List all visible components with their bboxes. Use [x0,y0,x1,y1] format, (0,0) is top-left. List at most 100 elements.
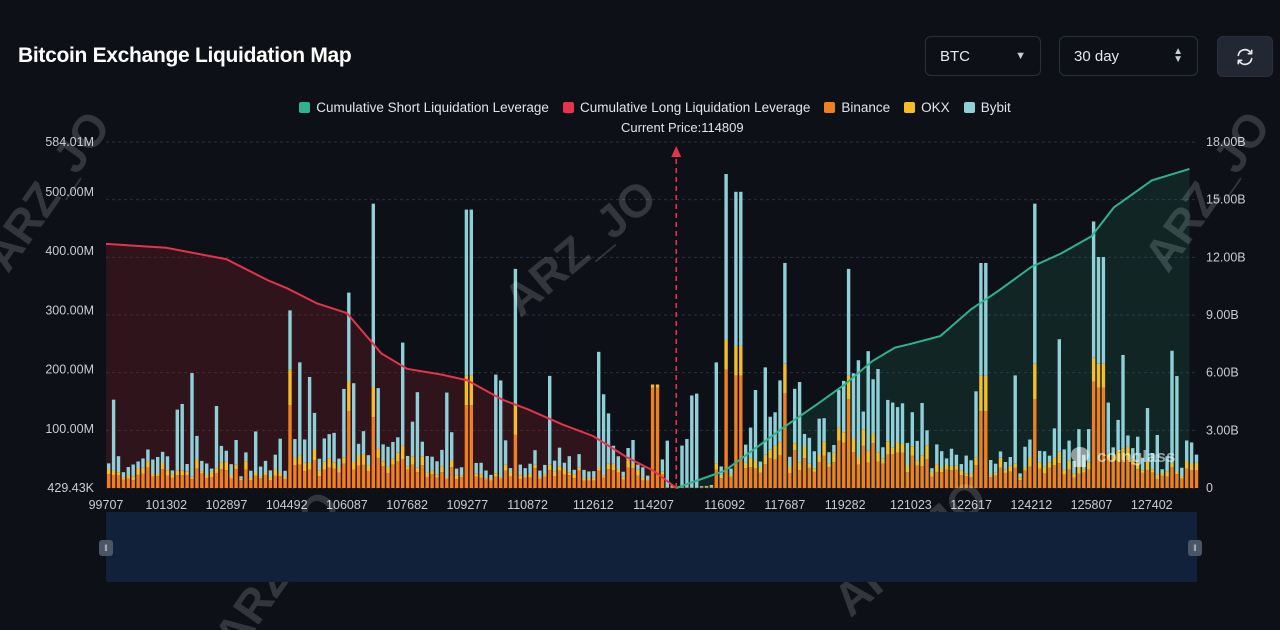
binance-bar [886,454,890,488]
bybit-bar [528,463,532,474]
y-left-tick-label: 429.43K [47,481,94,495]
binance-bar [141,473,145,488]
binance-bar [979,411,983,488]
okx-bar [459,475,464,478]
bybit-bar [895,407,900,443]
okx-bar [783,363,787,394]
okx-bar [719,474,723,479]
bybit-bar [734,191,738,346]
okx-bar [219,462,224,470]
okx-bar [249,477,253,481]
bybit-bar [170,470,175,475]
bybit-bar [533,450,537,465]
okx-bar [881,458,885,464]
bybit-bar [680,445,684,487]
coinglass-brand-text: coinglass [1097,447,1176,466]
bybit-bar [690,395,694,488]
y-left-tick-label: 400.00M [45,244,94,258]
bybit-bar [871,379,875,434]
bybit-bar [1052,428,1057,458]
bybit-bar [1008,457,1012,466]
binance-bar [489,480,493,488]
y-right-tick-label: 3.00B [1206,423,1239,437]
bybit-bar [930,468,934,472]
bybit-bar [915,440,919,461]
binance-bar [175,475,179,488]
bybit-bar [435,461,439,475]
bybit-bar [646,475,650,480]
zoom-slider-track[interactable] [106,512,1197,582]
binance-bar [190,479,194,488]
binance-bar [327,467,331,488]
okx-bar [386,466,390,474]
binance-bar [356,465,361,488]
binance-bar [631,468,635,488]
binance-bar [214,473,219,488]
bybit-bar [724,174,728,341]
bybit-bar [557,447,562,467]
binance-bar [1180,478,1184,488]
okx-bar [283,476,287,479]
zoom-handle-right[interactable]: ‖ [1188,540,1202,556]
bybit-bar [298,362,302,456]
x-tick-label: 117687 [765,498,806,512]
okx-bar [567,472,571,476]
x-tick-label: 112612 [573,498,614,512]
okx-bar [543,474,547,477]
okx-bar [425,472,429,477]
okx-bar [714,463,718,470]
bybit-bar [160,451,165,464]
bybit-bar [984,262,988,376]
okx-bar [175,470,179,476]
bybit-bar [861,411,865,430]
bybit-bar [925,430,929,446]
bybit-bar [366,455,371,466]
binance-bar [739,375,743,488]
bybit-bar [891,402,895,448]
okx-bar [807,463,812,468]
binance-bar [513,434,518,488]
okx-bar [1003,469,1008,473]
binance-bar [773,459,777,488]
okx-bar [484,478,488,480]
bybit-bar [273,454,277,470]
binance-bar [817,462,821,488]
okx-bar [895,442,900,453]
bybit-bar [1096,257,1101,364]
bybit-bar [107,463,111,470]
binance-bar [744,468,748,488]
bybit-bar [249,470,253,478]
okx-bar [538,477,542,479]
okx-bar [381,461,385,467]
y-left-tick-label: 200.00M [45,363,94,377]
binance-bar [1077,473,1081,488]
okx-bar [445,476,449,479]
bybit-bar [538,470,542,478]
binance-bar [1028,466,1032,488]
binance-bar [1013,467,1017,488]
binance-bar [611,470,616,488]
bybit-bar [293,439,297,458]
bybit-bar [1175,376,1179,473]
bybit-bar [195,435,199,460]
binance-bar [827,467,831,488]
zoom-handle-left[interactable]: ‖ [99,540,113,556]
binance-bar [1170,466,1174,488]
binance-bar [415,472,420,488]
bybit-bar [278,438,282,473]
binance-bar [165,475,170,488]
y-right-tick-label: 0 [1206,481,1213,495]
binance-bar [410,464,415,488]
binance-bar [459,477,464,488]
okx-bar [979,375,983,412]
binance-bar [763,463,767,488]
binance-bar [170,477,175,488]
okx-bar [258,476,263,479]
bybit-bar [974,391,978,458]
binance-bar [881,463,885,488]
okx-bar [415,467,420,473]
okx-bar [1165,471,1169,477]
bybit-bar [621,471,625,477]
okx-bar [352,461,356,470]
bybit-bar [954,454,959,466]
